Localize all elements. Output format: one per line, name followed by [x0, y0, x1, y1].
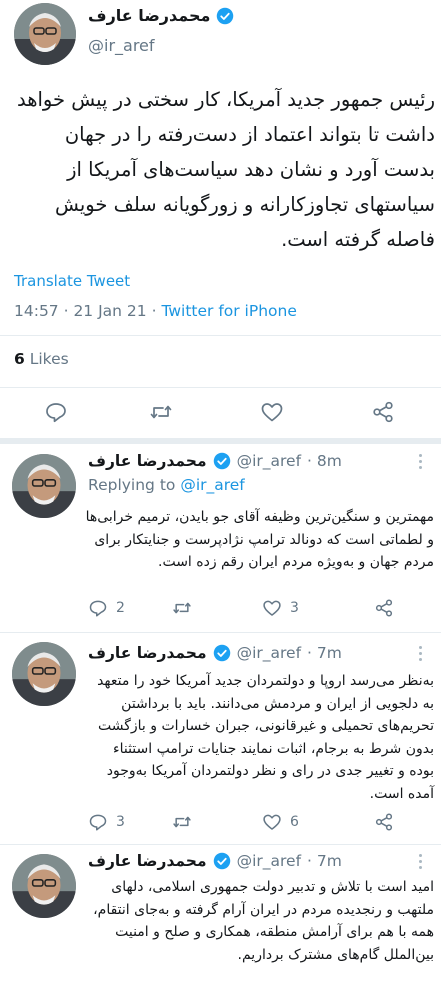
replying-prefix: Replying to [88, 476, 181, 494]
translate-tweet-link[interactable]: Translate Tweet [14, 272, 130, 290]
more-options-icon[interactable] [419, 854, 427, 872]
tweet-time[interactable]: · 7m [307, 852, 342, 870]
author-row: محمدرضا عارف @ir_aref · 7m [88, 644, 342, 662]
tweet-meta: 14:57 · 21 Jan 21 · Twitter for iPhone [14, 302, 297, 320]
author-name[interactable]: محمدرضا عارف [88, 644, 207, 662]
reply-tweet[interactable]: محمدرضا عارف @ir_aref · 8m Replying to @… [0, 446, 441, 630]
replying-to: Replying to @ir_aref [88, 476, 245, 494]
share-icon[interactable] [374, 598, 394, 618]
reply-text: مهمترین و سنگین‌ترین وظیفه آقای جو بایدن… [85, 509, 434, 570]
retweet-icon[interactable] [149, 400, 173, 424]
author-name[interactable]: محمدرضا عارف [88, 852, 207, 870]
author-row: محمدرضا عارف @ir_aref · 7m [88, 852, 342, 870]
more-options-icon[interactable] [419, 646, 427, 664]
verified-badge-icon [213, 644, 231, 662]
reply-tweet[interactable]: محمدرضا عارف @ir_aref · 7m به‌نظر می‌رسد… [0, 634, 441, 842]
divider [0, 387, 441, 388]
divider [0, 844, 441, 845]
reply-tweet[interactable]: محمدرضا عارف @ir_aref · 7m امید است با ت… [0, 846, 441, 1000]
verified-badge-icon [213, 852, 231, 870]
avatar-image [12, 854, 76, 918]
tweet-text: رئیس جمهور جدید آمریکا، کار سختی در پیش … [16, 88, 435, 251]
author-name[interactable]: محمدرضا عارف [88, 6, 210, 25]
replying-mention[interactable]: @ir_aref [180, 476, 244, 494]
author-handle[interactable]: @ir_aref [88, 36, 155, 55]
tweet-source[interactable]: Twitter for iPhone [161, 302, 296, 320]
avatar-image [14, 3, 76, 65]
tweet-time[interactable]: · 8m [307, 452, 342, 470]
author-row: محمدرضا عارف [88, 6, 234, 25]
like-icon[interactable] [262, 812, 282, 832]
retweet-icon[interactable] [172, 598, 192, 618]
main-tweet: محمدرضا عارف @ir_aref رئیس جمهور جدید آم… [0, 0, 441, 446]
reply-icon[interactable] [88, 598, 108, 618]
divider [0, 632, 441, 633]
avatar[interactable] [12, 642, 76, 706]
tweet-time[interactable]: · 7m [307, 644, 342, 662]
reply-text: به‌نظر می‌رسد اروپا و دولتمردان جدید آمر… [97, 673, 434, 802]
like-icon[interactable] [260, 400, 284, 424]
likes-count: 6 [14, 350, 25, 368]
avatar[interactable] [12, 854, 76, 918]
author-handle[interactable]: @ir_aref [237, 452, 301, 470]
avatar-image [12, 642, 76, 706]
reply-count: 2 [116, 600, 125, 616]
verified-badge-icon [216, 7, 234, 25]
avatar-image [12, 454, 76, 518]
like-count: 6 [290, 814, 299, 830]
likes-summary[interactable]: 6 Likes [14, 350, 69, 368]
reply-icon[interactable] [88, 812, 108, 832]
like-count: 3 [290, 600, 299, 616]
reply-count: 3 [116, 814, 125, 830]
avatar[interactable] [12, 454, 76, 518]
author-handle[interactable]: @ir_aref [237, 644, 301, 662]
divider [0, 335, 441, 336]
reply-icon[interactable] [44, 400, 68, 424]
author-row: محمدرضا عارف @ir_aref · 8m [88, 452, 342, 470]
share-icon[interactable] [371, 400, 395, 424]
verified-badge-icon [213, 452, 231, 470]
retweet-icon[interactable] [172, 812, 192, 832]
tweet-timestamp[interactable]: 14:57 · 21 Jan 21 · [14, 302, 161, 320]
avatar[interactable] [14, 3, 76, 65]
more-options-icon[interactable] [419, 454, 427, 472]
author-name[interactable]: محمدرضا عارف [88, 452, 207, 470]
likes-label: Likes [29, 350, 69, 368]
share-icon[interactable] [374, 812, 394, 832]
like-icon[interactable] [262, 598, 282, 618]
section-separator [0, 438, 441, 444]
reply-text: امید است با تلاش و تدبیر دولت جمهوری اسل… [93, 879, 434, 963]
author-handle[interactable]: @ir_aref [237, 852, 301, 870]
